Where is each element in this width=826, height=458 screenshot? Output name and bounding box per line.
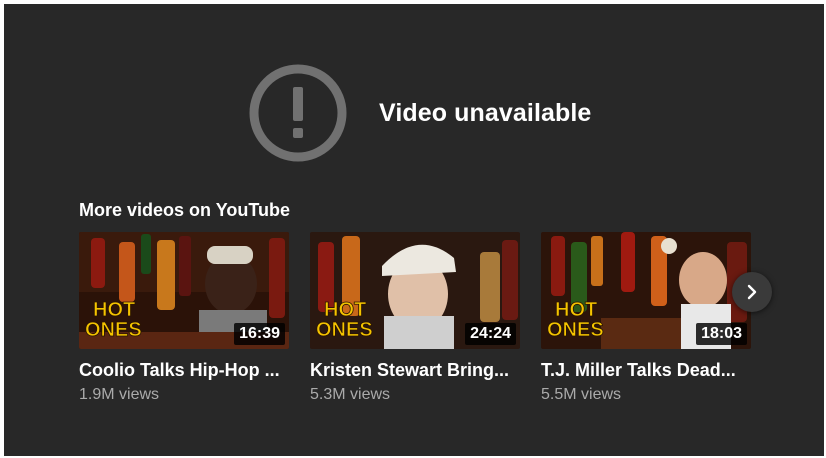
video-carousel: HOT ONES 16:39 Coolio Talks Hip-Hop ... 1…	[79, 232, 751, 422]
video-views: 1.9M views	[79, 386, 160, 403]
hot-ones-logo-text: ONES	[85, 319, 142, 341]
video-player: Video unavailable More videos on YouTube	[4, 4, 824, 456]
video-duration: 24:24	[465, 323, 516, 345]
video-duration: 18:03	[696, 323, 747, 345]
hot-ones-logo-text: ONES	[547, 319, 604, 341]
video-title[interactable]: T.J. Miller Talks Dead...	[541, 360, 751, 381]
video-card[interactable]: HOT ONES 18:03 T.J. Miller Talks Dead... …	[541, 232, 751, 422]
video-views: 5.5M views	[541, 386, 622, 403]
video-thumbnail[interactable]: HOT ONES 24:24	[310, 232, 520, 349]
video-title[interactable]: Coolio Talks Hip-Hop ...	[79, 360, 289, 381]
error-title: Video unavailable	[379, 98, 592, 127]
more-videos-heading: More videos on YouTube	[79, 200, 291, 220]
alert-circle-icon	[249, 64, 347, 162]
video-title[interactable]: Kristen Stewart Bring...	[310, 360, 520, 381]
error-message: Video unavailable	[247, 62, 591, 164]
carousel-next-button[interactable]	[732, 272, 772, 312]
video-views: 5.3M views	[310, 386, 391, 403]
video-thumbnail[interactable]: HOT ONES 18:03	[541, 232, 751, 349]
video-card[interactable]: HOT ONES 24:24 Kristen Stewart Bring... 5…	[310, 232, 520, 422]
video-duration: 16:39	[234, 323, 285, 345]
hot-ones-logo-text: ONES	[316, 319, 373, 341]
video-thumbnail[interactable]: HOT ONES 16:39	[79, 232, 289, 349]
hot-ones-logo-text: HOT	[93, 299, 135, 321]
chevron-right-icon	[747, 284, 757, 300]
hot-ones-logo-text: HOT	[324, 299, 366, 321]
video-card[interactable]: HOT ONES 16:39 Coolio Talks Hip-Hop ... 1…	[79, 232, 289, 422]
hot-ones-logo-text: HOT	[555, 299, 597, 321]
